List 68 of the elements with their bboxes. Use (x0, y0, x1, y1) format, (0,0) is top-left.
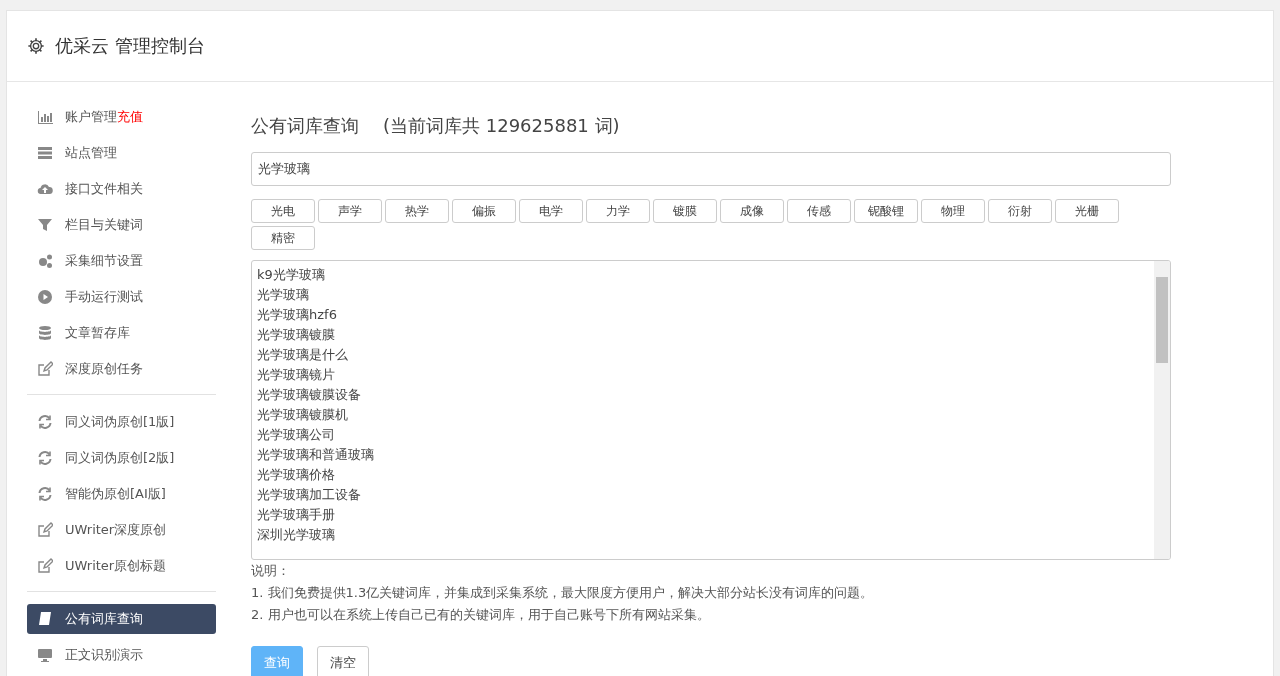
tag-button[interactable]: 精密 (251, 226, 315, 250)
sidebar-item[interactable]: 正文识别演示 (27, 640, 216, 670)
filter-icon (37, 217, 53, 233)
console-title: 优采云 管理控制台 (55, 34, 205, 58)
server-icon (37, 145, 53, 161)
sidebar-item[interactable]: UWriter深度原创 (27, 515, 216, 545)
sidebar-item[interactable]: 公有词库查询 (27, 604, 216, 634)
clear-button[interactable]: 清空 (317, 646, 369, 676)
tag-button[interactable]: 衍射 (988, 199, 1052, 223)
refresh-icon (37, 450, 53, 466)
tag-button[interactable]: 声学 (318, 199, 382, 223)
tag-button[interactable]: 热学 (385, 199, 449, 223)
sidebar-item[interactable]: 同义词伪原创[1版] (27, 407, 216, 437)
database-icon (37, 325, 53, 341)
sidebar-item[interactable]: 接口文件相关 (27, 174, 216, 204)
sidebar-item[interactable]: UWriter原创标题 (27, 551, 216, 581)
result-item[interactable]: 光学玻璃手册 (257, 505, 1149, 525)
result-item[interactable]: 光学玻璃镜片 (257, 365, 1149, 385)
result-item[interactable]: 深圳光学玻璃 (257, 525, 1149, 545)
result-item[interactable]: 光学玻璃镀膜机 (257, 405, 1149, 425)
sidebar-item[interactable]: 文章暂存库 (27, 318, 216, 348)
tag-button[interactable]: 成像 (720, 199, 784, 223)
word-count-note: (当前词库共 129625881 词) (383, 114, 620, 138)
book-icon (37, 611, 53, 627)
result-item[interactable]: 光学玻璃是什么 (257, 345, 1149, 365)
sidebar-item[interactable]: 站点管理 (27, 138, 216, 168)
sidebar-item[interactable]: 深度原创任务 (27, 354, 216, 384)
note-text: 2. 用户也可以在系统上传自己已有的关键词库，用于自己账号下所有网站采集。 (251, 606, 711, 624)
sidebar-item[interactable]: 采集细节设置 (27, 246, 216, 276)
play-icon (37, 289, 53, 305)
search-field[interactable]: 光学玻璃 (251, 152, 1171, 186)
result-item[interactable]: 光学玻璃公司 (257, 425, 1149, 445)
result-item[interactable]: 光学玻璃加工设备 (257, 485, 1149, 505)
edit-icon (37, 522, 53, 538)
result-item[interactable]: k9光学玻璃 (257, 265, 1149, 285)
tag-button[interactable]: 传感 (787, 199, 851, 223)
refresh-icon (37, 486, 53, 502)
results-list[interactable]: k9光学玻璃 光学玻璃 光学玻璃hzf6 光学玻璃镀膜 光学玻璃是什么 光学玻璃镜片 光学玻璃镀膜设备 光学玻璃镀膜机 光学玻璃公司 光学玻璃和普通玻璃 光学玻璃价格 光学玻璃加工设备 光学玻璃手册 深圳光学玻璃 (251, 260, 1171, 560)
tag-button[interactable]: 偏振 (452, 199, 516, 223)
sidebar-item[interactable]: 栏目与关键词 (27, 210, 216, 240)
monitor-icon (37, 647, 53, 663)
settings-icon (27, 37, 45, 55)
cloud-upload-icon (37, 181, 53, 197)
tag-button[interactable]: 物理 (921, 199, 985, 223)
sidebar-item[interactable]: 手动运行测试 (27, 282, 216, 312)
result-item[interactable]: 光学玻璃 (257, 285, 1149, 305)
result-item[interactable]: 光学玻璃镀膜设备 (257, 385, 1149, 405)
result-item[interactable]: 光学玻璃hzf6 (257, 305, 1149, 325)
sidebar-item[interactable]: 智能伪原创[AI版] (27, 479, 216, 509)
scrollbar[interactable] (1154, 261, 1170, 559)
bar-chart-icon (37, 109, 53, 125)
tag-button[interactable]: 光电 (251, 199, 315, 223)
edit-icon (37, 558, 53, 574)
edit-icon (37, 361, 53, 377)
tag-button[interactable]: 电学 (519, 199, 583, 223)
note-text: 1. 我们免费提供1.3亿关键词库，并集成到采集系统，最大限度方便用户，解决大部分站长没有词库的问题。 (251, 584, 875, 602)
notes-title: 说明： (251, 562, 291, 580)
tag-button[interactable]: 镀膜 (653, 199, 717, 223)
result-item[interactable]: 光学玻璃和普通玻璃 (257, 445, 1149, 465)
result-item[interactable]: 光学玻璃价格 (257, 465, 1149, 485)
sidebar-item[interactable]: 账户管理充值 (27, 102, 216, 132)
tag-button[interactable]: 铌酸锂 (854, 199, 918, 223)
sidebar-item[interactable]: 同义词伪原创[2版] (27, 443, 216, 473)
tag-button[interactable]: 光栅 (1055, 199, 1119, 223)
refresh-icon (37, 414, 53, 430)
result-item[interactable]: 光学玻璃镀膜 (257, 325, 1149, 345)
tag-button[interactable]: 力学 (586, 199, 650, 223)
page-title: 公有词库查询 (251, 114, 359, 138)
